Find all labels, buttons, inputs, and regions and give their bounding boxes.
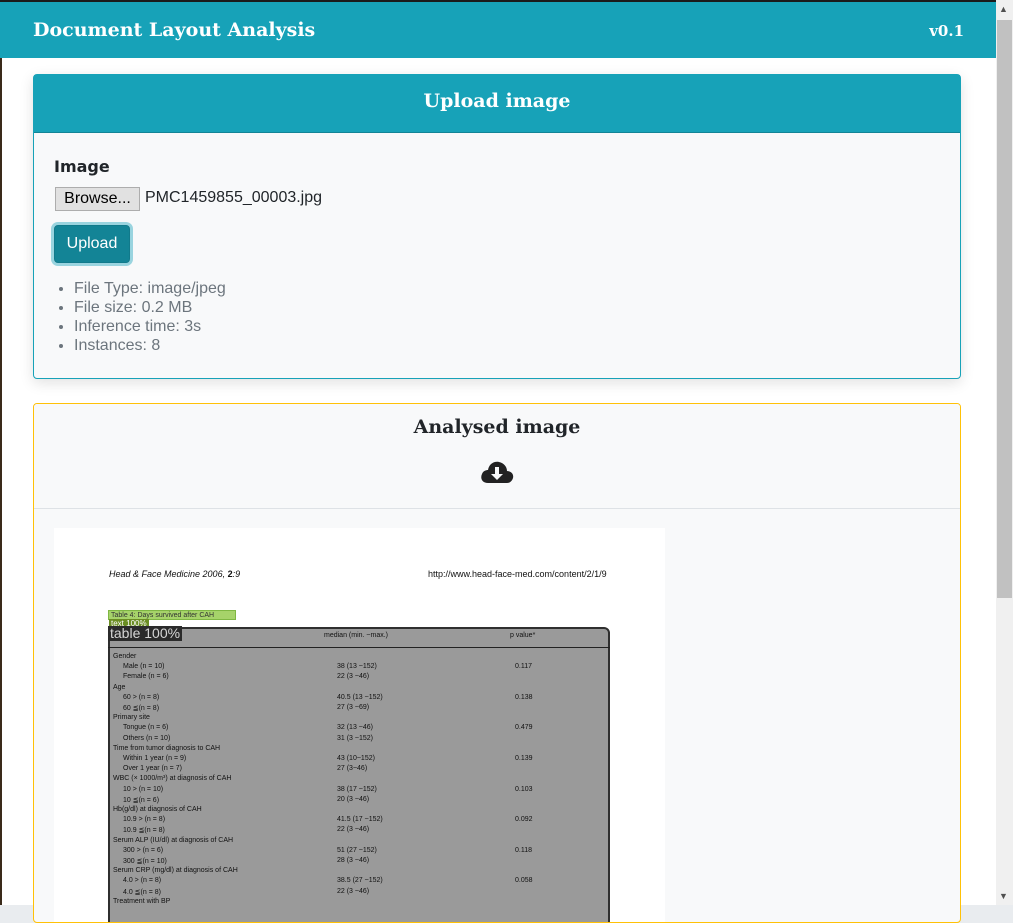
file-size-info: File size: 0.2 MB bbox=[74, 298, 226, 317]
table-row-label: WBC (× 1000/m³) at diagnosis of CAH bbox=[113, 775, 232, 783]
scroll-thumb[interactable] bbox=[997, 20, 1012, 598]
file-info-list: File Type: image/jpeg File size: 0.2 MB … bbox=[59, 279, 226, 355]
p-value-column-header: p value* bbox=[510, 632, 536, 639]
table-row-label: 60 ≦(n = 8) bbox=[123, 705, 160, 712]
table-row-median: 27 (3 ~69) bbox=[337, 704, 370, 711]
table-row-median: 41.5 (17 ~152) bbox=[337, 816, 383, 824]
table-row-median: 32 (13 ~46) bbox=[337, 724, 373, 732]
journal-name: Head & Face Medicine bbox=[109, 569, 201, 579]
analysed-title: Analysed image bbox=[413, 416, 581, 438]
table-row-median: 22 (3 ~46) bbox=[337, 887, 370, 895]
journal-url: http://www.head-face-med.com/content/2/1… bbox=[428, 569, 607, 579]
table-row-label: 300 > (n = 6) bbox=[123, 846, 164, 854]
journal-citation: Head & Face Medicine 2006, 2:9 bbox=[109, 569, 240, 579]
table-row-p-value: 0.103 bbox=[515, 785, 533, 793]
file-type-info: File Type: image/jpeg bbox=[74, 279, 226, 298]
browse-button[interactable]: Browse... bbox=[55, 187, 140, 211]
table-detection-label: table 100% bbox=[108, 625, 183, 641]
table-row-label: Serum CRP (mg/dl) at diagnosis of CAH bbox=[113, 867, 238, 875]
main-content: Upload image Image Browse... PMC1459855_… bbox=[2, 58, 996, 923]
inference-time-info: Inference time: 3s bbox=[74, 317, 226, 336]
table-row-median: 28 (3 ~46) bbox=[337, 857, 370, 864]
table-row-label: Male (n = 10) bbox=[123, 663, 165, 671]
table-row-median: 27 (3~46) bbox=[337, 765, 368, 773]
table-row-median: 38.5 (27 ~152) bbox=[337, 877, 383, 885]
selected-filename: PMC1459855_00003.jpg bbox=[145, 189, 323, 206]
median-column-header: median (min. ~max.) bbox=[324, 632, 388, 639]
table-row-label: 10.9 ≦(n = 8) bbox=[123, 827, 165, 835]
cloud-download-icon[interactable] bbox=[480, 459, 514, 485]
table-row-median: 22 (3 ~46) bbox=[337, 826, 370, 834]
analysed-card: Analysed image Head & Face Medicine 2006… bbox=[33, 403, 961, 923]
table-row-label: 4.0 > (n = 8) bbox=[123, 877, 162, 885]
table-row-label: Age bbox=[113, 683, 126, 691]
table-row-p-value: 0.118 bbox=[515, 846, 532, 854]
table-row-median: 38 (17 ~152) bbox=[337, 785, 377, 793]
table-header-rule bbox=[108, 647, 610, 648]
table-row-p-value: 0.139 bbox=[515, 755, 533, 762]
table-row-label: 4.0 ≦(n = 8) bbox=[123, 888, 161, 896]
table-row-median: 22 (3 ~46) bbox=[337, 673, 370, 681]
image-field-label: Image bbox=[54, 157, 110, 176]
upload-card: Upload image Image Browse... PMC1459855_… bbox=[33, 74, 961, 379]
vertical-scrollbar[interactable]: ▲ ▼ bbox=[996, 0, 1013, 905]
table-row-p-value: 0.138 bbox=[515, 693, 533, 701]
table-row-label: Female (n = 6) bbox=[123, 673, 169, 681]
upload-card-header: Upload image bbox=[34, 75, 960, 133]
table-row-label: Primary site bbox=[113, 714, 150, 722]
analysed-card-header: Analysed image bbox=[34, 404, 960, 509]
upload-button[interactable]: Upload bbox=[54, 225, 130, 263]
table-row-median: 51 (27 ~152) bbox=[337, 846, 377, 854]
navbar: Document Layout Analysis v0.1 bbox=[0, 0, 996, 58]
journal-page: :9 bbox=[232, 569, 241, 579]
app-title[interactable]: Document Layout Analysis bbox=[33, 19, 315, 41]
table-row-label: 10 > (n = 10) bbox=[123, 785, 164, 793]
table-row-label: Over 1 year (n = 7) bbox=[123, 765, 182, 773]
table-row-label: 10 ≦(n = 6) bbox=[123, 796, 160, 804]
scroll-up-icon[interactable]: ▲ bbox=[999, 4, 1008, 14]
table-row-p-value: 0.479 bbox=[515, 724, 533, 732]
table-row-label: Time from tumor diagnosis to CAH bbox=[113, 744, 221, 752]
table-row-median: 31 (3 ~152) bbox=[337, 734, 373, 742]
table-row-label: Serum ALP (IU/dl) at diagnosis of CAH bbox=[113, 836, 234, 844]
analysed-document-image: Head & Face Medicine 2006, 2:9 http://ww… bbox=[54, 528, 665, 922]
table-row-median: 40.5 (13 ~152) bbox=[337, 693, 383, 701]
table-row-label: 10.9 > (n = 8) bbox=[123, 816, 166, 824]
table-row-label: 300 ≦(n = 10) bbox=[123, 858, 167, 865]
table-row-median: 38 (13 ~152) bbox=[337, 663, 377, 671]
journal-year: 2006, bbox=[200, 569, 228, 579]
table-row-label: Others (n = 10) bbox=[123, 734, 171, 742]
table-row-median: 20 (3 ~46) bbox=[337, 795, 370, 803]
table-row-label: Gender bbox=[113, 653, 137, 660]
table-row-label: Treatment with BP bbox=[113, 897, 171, 905]
scroll-down-icon[interactable]: ▼ bbox=[999, 891, 1008, 901]
table-row-label: Within 1 year (n = 9) bbox=[123, 755, 187, 762]
table-row-label: Tongue (n = 6) bbox=[123, 724, 169, 732]
table-row-p-value: 0.117 bbox=[515, 663, 532, 671]
table-row-p-value: 0.058 bbox=[515, 877, 533, 885]
table-row-median: 43 (10~152) bbox=[337, 755, 375, 762]
table-row-label: Hb(g/dl) at diagnosis of CAH bbox=[113, 806, 202, 813]
table-row-p-value: 0.092 bbox=[515, 816, 533, 824]
instances-info: Instances: 8 bbox=[74, 336, 226, 355]
table-row-label: 60 > (n = 8) bbox=[123, 693, 160, 701]
version-label: v0.1 bbox=[929, 22, 964, 40]
